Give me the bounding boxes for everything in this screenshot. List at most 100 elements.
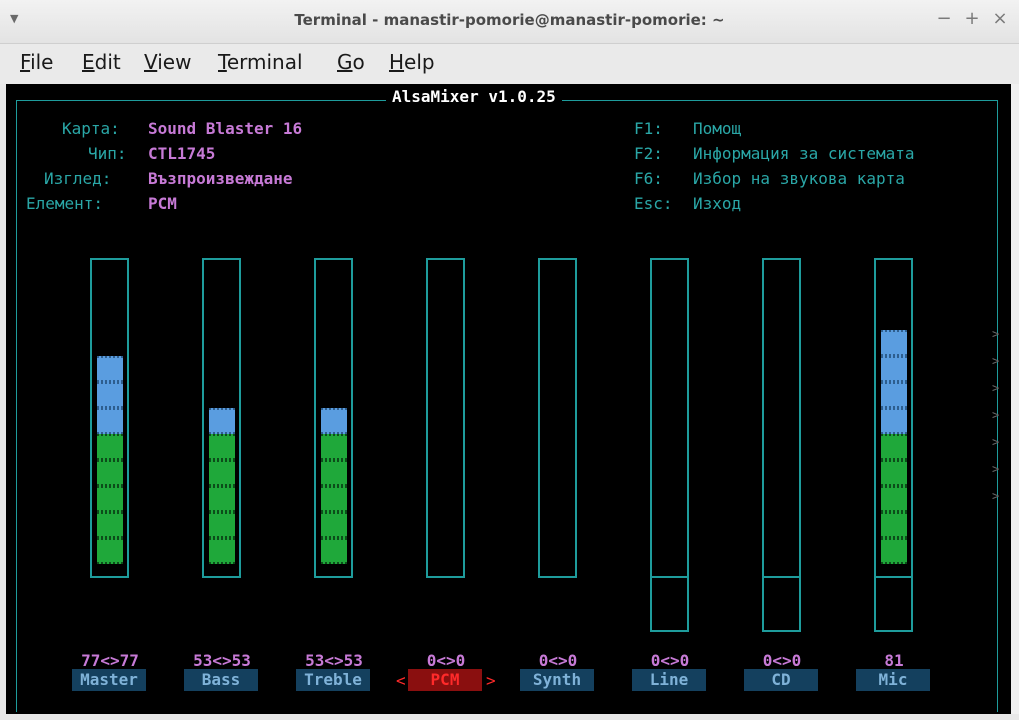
view-value: Възпроизвеждане: [148, 169, 293, 188]
level-segment-green: [881, 512, 907, 538]
close-button[interactable]: ×: [988, 7, 1012, 31]
key-f2-desc: Информация за системата: [693, 144, 915, 163]
level-segment-green: [209, 486, 235, 512]
level-fill: [97, 356, 123, 564]
level-segment-blue: [97, 356, 123, 382]
channel-value-bass: 53<>53: [193, 651, 251, 670]
card-label: Карта:: [62, 119, 120, 138]
channel-label-pcm[interactable]: PCM: [408, 669, 482, 691]
more-channels-arrow: >: [992, 354, 1000, 368]
level-segment-green: [209, 460, 235, 486]
level-segment-green: [97, 538, 123, 564]
level-segment-green: [881, 460, 907, 486]
channel-label-synth[interactable]: Synth: [520, 669, 594, 691]
channel-bar-pcm[interactable]: [426, 258, 465, 578]
key-f1-desc: Помощ: [693, 119, 742, 138]
key-f1: F1:: [634, 119, 663, 138]
item-value: PCM: [148, 194, 177, 213]
level-segment-green: [881, 486, 907, 512]
channel-label-line[interactable]: Line: [632, 669, 706, 691]
channel-capture-box-mic[interactable]: [874, 576, 913, 632]
channel-label-bass[interactable]: Bass: [184, 669, 258, 691]
window-title: Terminal - manastir-pomorie@manastir-pom…: [294, 11, 725, 29]
more-channels-arrow: >: [992, 462, 1000, 476]
chip-label: Чип:: [88, 144, 127, 163]
menu-go[interactable]: Go: [337, 50, 365, 74]
level-segment-blue: [321, 408, 347, 434]
key-f6-desc: Избор на звукова карта: [693, 169, 905, 188]
level-fill: [209, 408, 235, 564]
more-channels-arrow: >: [992, 408, 1000, 422]
menu-help[interactable]: Help: [389, 50, 435, 74]
chip-value: CTL1745: [148, 144, 216, 163]
title-bar: ▼ Terminal - manastir-pomorie@manastir-p…: [0, 0, 1019, 44]
menu-file[interactable]: File: [20, 50, 53, 74]
channel-value-line: 0<>0: [650, 651, 690, 670]
channel-value-master: 77<>77: [81, 651, 139, 670]
channel-label-treble[interactable]: Treble: [296, 669, 370, 691]
channel-bar-synth[interactable]: [538, 258, 577, 578]
card-value: Sound Blaster 16: [148, 119, 303, 138]
key-f6: F6:: [634, 169, 663, 188]
level-segment-green: [321, 486, 347, 512]
level-segment-green: [97, 486, 123, 512]
level-segment-blue: [881, 382, 907, 408]
menu-terminal[interactable]: Terminal: [218, 50, 303, 74]
channel-value-synth: 0<>0: [538, 651, 578, 670]
more-channels-arrow: >: [992, 435, 1000, 449]
level-segment-green: [881, 538, 907, 564]
level-segment-blue: [97, 382, 123, 408]
channel-value-cd: 0<>0: [762, 651, 802, 670]
level-segment-blue: [209, 408, 235, 434]
level-segment-green: [321, 460, 347, 486]
alsamixer-frame: [16, 100, 998, 712]
item-label: Елемент:: [26, 194, 104, 213]
terminal-area[interactable]: AlsaMixer v1.0.25 Карта: Sound Blaster 1…: [6, 84, 1011, 714]
maximize-button[interactable]: +: [960, 7, 984, 31]
more-channels-arrow: >: [992, 381, 1000, 395]
key-esc-desc: Изход: [693, 194, 742, 213]
level-segment-green: [209, 434, 235, 460]
channel-value-pcm: 0<>0: [426, 651, 466, 670]
selection-left-marker: <: [396, 671, 406, 690]
terminal-scrollbar[interactable]: [1011, 84, 1019, 714]
level-segment-blue: [881, 330, 907, 356]
view-label: Изглед:: [44, 169, 112, 188]
channel-bar-master[interactable]: [90, 258, 129, 578]
channel-bar-line[interactable]: [650, 258, 689, 578]
level-segment-green: [209, 538, 235, 564]
more-channels-arrow: >: [992, 489, 1000, 503]
alsamixer-title: AlsaMixer v1.0.25: [386, 87, 562, 107]
menu-view[interactable]: View: [144, 50, 191, 74]
level-fill: [881, 330, 907, 564]
more-channels-arrow: >: [992, 327, 1000, 341]
level-segment-green: [321, 538, 347, 564]
menu-bar: File Edit View Terminal Go Help: [0, 44, 1019, 84]
channel-bar-treble[interactable]: [314, 258, 353, 578]
level-segment-green: [97, 512, 123, 538]
level-segment-blue: [881, 356, 907, 382]
selection-right-marker: >: [486, 671, 496, 690]
level-segment-blue: [881, 408, 907, 434]
level-segment-green: [209, 512, 235, 538]
channel-capture-box-line[interactable]: [650, 576, 689, 632]
channel-value-treble: 53<>53: [305, 651, 363, 670]
menu-edit[interactable]: Edit: [82, 50, 121, 74]
channel-label-mic[interactable]: Mic: [856, 669, 930, 691]
channel-value-mic: 81: [884, 651, 904, 670]
minimize-button[interactable]: −: [932, 7, 956, 31]
channel-bar-mic[interactable]: [874, 258, 913, 578]
channel-capture-box-cd[interactable]: [762, 576, 801, 632]
level-segment-green: [881, 434, 907, 460]
level-segment-green: [321, 434, 347, 460]
channel-label-master[interactable]: Master: [72, 669, 146, 691]
channel-bar-cd[interactable]: [762, 258, 801, 578]
channel-label-cd[interactable]: CD: [744, 669, 818, 691]
key-f2: F2:: [634, 144, 663, 163]
key-esc: Esc:: [634, 194, 673, 213]
level-segment-green: [97, 460, 123, 486]
level-segment-green: [97, 434, 123, 460]
level-fill: [321, 408, 347, 564]
level-segment-blue: [97, 408, 123, 434]
channel-bar-bass[interactable]: [202, 258, 241, 578]
